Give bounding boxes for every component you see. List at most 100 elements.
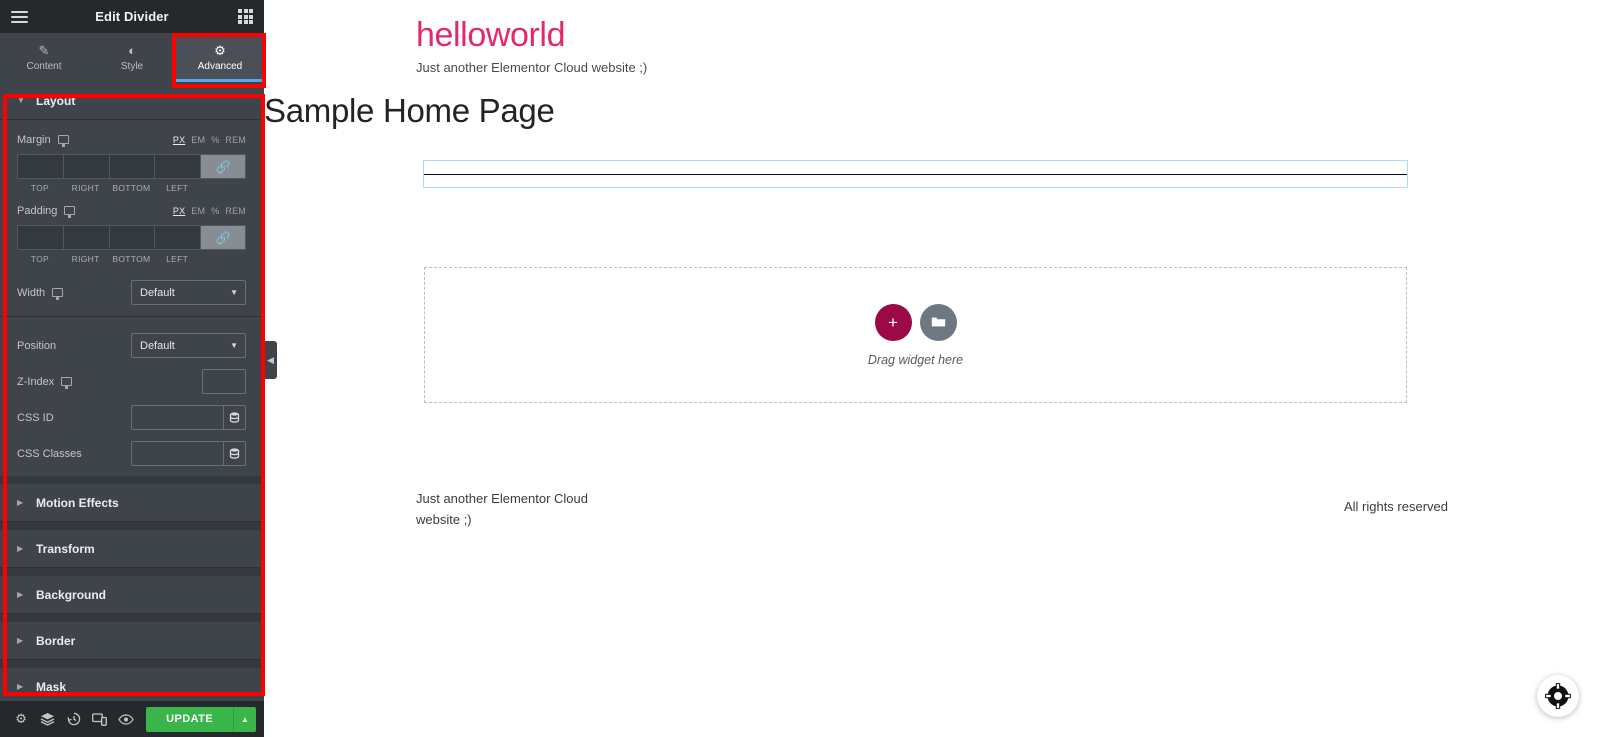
site-title[interactable]: helloworld <box>416 14 1600 56</box>
gear-icon: ⚙ <box>214 42 226 58</box>
padding-unit-px[interactable]: PX <box>173 206 185 216</box>
css-id-input[interactable] <box>131 405 223 430</box>
drop-area-buttons: + <box>874 303 957 341</box>
footer-right-text: All rights reserved <box>1343 499 1448 514</box>
update-options-caret-icon[interactable]: ▲ <box>232 706 256 732</box>
responsive-monitor-icon[interactable] <box>61 377 73 389</box>
divider-line <box>424 173 1407 175</box>
css-classes-label: CSS Classes <box>17 447 82 460</box>
css-classes-input[interactable] <box>131 441 223 466</box>
settings-gear-icon[interactable]: ⚙ <box>8 701 34 737</box>
section-label-background: Background <box>36 587 107 602</box>
padding-bottom-input[interactable] <box>108 225 155 250</box>
responsive-monitor-icon[interactable] <box>64 206 76 218</box>
padding-right-label: RIGHT <box>71 254 100 264</box>
site-footer: Just another Elementor Cloud website ;) … <box>264 488 1600 530</box>
padding-label: Padding <box>17 204 58 217</box>
section-header-background[interactable]: ▶ Background <box>0 576 264 614</box>
padding-unit-em[interactable]: EM <box>191 206 205 216</box>
tab-advanced-label: Advanced <box>197 60 243 72</box>
margin-unit-rem[interactable]: REM <box>225 135 246 145</box>
width-select[interactable]: Default ▼ <box>131 280 246 305</box>
margin-top-input[interactable] <box>17 154 63 179</box>
responsive-mode-icon[interactable] <box>87 701 113 737</box>
dynamic-tags-icon[interactable] <box>223 405 246 430</box>
responsive-monitor-icon[interactable] <box>52 288 64 300</box>
divider-widget[interactable] <box>423 160 1408 188</box>
chevron-right-icon: ▶ <box>17 498 24 507</box>
tab-advanced[interactable]: ⚙ Advanced <box>176 33 264 82</box>
tab-content[interactable]: ✎ Content <box>0 33 88 82</box>
chevron-right-icon: ▶ <box>17 544 24 553</box>
dynamic-tags-glyph <box>229 447 240 459</box>
page-preview-canvas: helloworld Just another Elementor Cloud … <box>264 0 1600 737</box>
margin-unit-px[interactable]: PX <box>173 135 185 145</box>
margin-label: Margin <box>17 133 51 146</box>
contrast-half-circle-icon: ◐ <box>128 42 136 58</box>
section-header-border[interactable]: ▶ Border <box>0 622 264 660</box>
preview-eye-icon[interactable] <box>113 701 139 737</box>
margin-units: PX EM % REM <box>173 135 246 145</box>
add-widget-plus-icon[interactable]: + <box>874 303 912 341</box>
pencil-icon: ✎ <box>38 42 50 58</box>
section-spacer <box>0 522 264 530</box>
section-header-layout[interactable]: ▼ Layout <box>0 82 264 120</box>
padding-left-input[interactable] <box>154 225 200 250</box>
link-chain-icon: 🔗 <box>215 230 231 245</box>
padding-bottom-label: BOTTOM <box>112 254 151 264</box>
position-label: Position <box>17 339 57 352</box>
padding-bottom-cell: BOTTOM <box>108 225 155 264</box>
folder-template-icon[interactable] <box>919 303 957 341</box>
padding-top-input[interactable] <box>17 225 63 250</box>
padding-units: PX EM % REM <box>173 206 246 216</box>
dynamic-tags-icon[interactable] <box>223 441 246 466</box>
hamburger-menu-icon[interactable] <box>11 10 28 23</box>
padding-inputs: TOP RIGHT BOTTOM LEFT 🔗 <box>0 221 264 264</box>
link-chain-icon: 🔗 <box>215 159 231 174</box>
margin-right-input[interactable] <box>62 154 109 179</box>
history-clock-icon[interactable] <box>60 701 86 737</box>
padding-right-cell: RIGHT <box>62 225 109 264</box>
padding-right-input[interactable] <box>62 225 109 250</box>
width-label: Width <box>17 286 46 299</box>
drag-widget-drop-area[interactable]: + Drag widget here <box>424 267 1407 403</box>
z-index-label: Z-Index <box>17 375 55 388</box>
control-divider <box>0 316 264 317</box>
tab-content-label: Content <box>26 60 62 72</box>
panel-title: Edit Divider <box>95 9 169 24</box>
z-index-input[interactable] <box>202 369 246 394</box>
navigator-layers-icon[interactable] <box>34 701 60 737</box>
css-id-field-group <box>131 405 246 430</box>
margin-link-values-toggle[interactable]: 🔗 <box>200 154 246 179</box>
padding-link-values-toggle[interactable]: 🔗 <box>200 225 246 250</box>
margin-unit-percent[interactable]: % <box>211 135 219 145</box>
padding-unit-rem[interactable]: REM <box>225 206 246 216</box>
update-button[interactable]: UPDATE <box>146 706 233 732</box>
responsive-monitor-icon[interactable] <box>57 135 69 147</box>
padding-unit-percent[interactable]: % <box>211 206 219 216</box>
width-label-group: Width <box>17 286 131 300</box>
lifebuoy-help-icon[interactable] <box>1537 675 1579 717</box>
margin-bottom-label: BOTTOM <box>112 183 151 193</box>
section-header-motion-effects[interactable]: ▶ Motion Effects <box>0 484 264 522</box>
section-spacer <box>0 568 264 576</box>
widgets-grid-icon[interactable] <box>238 9 253 24</box>
panel-collapse-arrow-icon[interactable]: ◀ <box>264 341 277 379</box>
panel-footer: ⚙ UPDATE ▲ <box>0 701 264 737</box>
position-select[interactable]: Default ▼ <box>131 333 246 358</box>
margin-left-label: LEFT <box>166 183 189 193</box>
panel-body: ▼ Layout Margin PX EM % REM TOP RIGHT BO… <box>0 82 264 701</box>
margin-right-label: RIGHT <box>71 183 100 193</box>
margin-left-input[interactable] <box>154 154 200 179</box>
margin-unit-em[interactable]: EM <box>191 135 205 145</box>
margin-bottom-input[interactable] <box>108 154 155 179</box>
tab-style[interactable]: ◐ Style <box>88 33 176 82</box>
elementor-editor-panel: Edit Divider ✎ Content ◐ Style ⚙ Advance… <box>0 0 264 737</box>
section-header-mask[interactable]: ▶ Mask <box>0 668 264 701</box>
chevron-down-icon: ▼ <box>230 288 238 297</box>
chevron-down-icon: ▼ <box>17 96 25 105</box>
section-header-transform[interactable]: ▶ Transform <box>0 530 264 568</box>
padding-label-group: Padding <box>17 204 173 218</box>
panel-tabs: ✎ Content ◐ Style ⚙ Advanced <box>0 33 264 82</box>
margin-inputs: TOP RIGHT BOTTOM LEFT 🔗 <box>0 150 264 193</box>
